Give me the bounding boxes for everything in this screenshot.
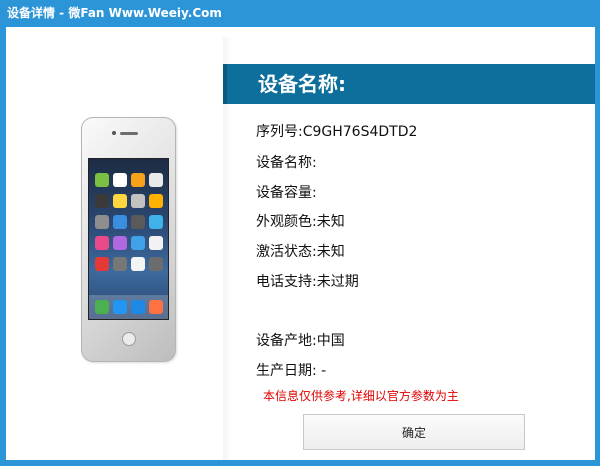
app-icon xyxy=(149,257,163,271)
phone-screen xyxy=(88,158,169,320)
app-icon xyxy=(149,215,163,229)
device-name-title: 设备名称: xyxy=(258,72,346,96)
disclaimer-notice: 本信息仅供参考,详细以官方参数为主 xyxy=(263,389,459,403)
phone-app-icon xyxy=(95,300,109,314)
app-icon xyxy=(149,194,163,208)
window-title: 设备详情 - 微Fan Www.Weeiy.Com xyxy=(0,0,600,27)
app-icon xyxy=(131,257,145,271)
safari-app-icon xyxy=(131,300,145,314)
iphone-icon xyxy=(81,117,176,362)
dock-app-icons xyxy=(95,300,163,314)
app-icon xyxy=(95,215,109,229)
app-icon xyxy=(149,236,163,250)
app-icon xyxy=(131,236,145,250)
device-image-panel xyxy=(6,27,223,460)
app-icon xyxy=(113,257,127,271)
device-name-field: 设备名称: xyxy=(256,155,317,171)
exterior-color: 外观颜色:未知 xyxy=(256,214,345,230)
app-icon-grid xyxy=(95,173,165,271)
app-icon xyxy=(131,194,145,208)
device-capacity: 设备容量: xyxy=(256,185,317,201)
manufacture-date: 生产日期: - xyxy=(256,363,327,379)
device-info-panel: 设备名称: 序列号:C9GH76S4DTD2 设备名称: 设备容量: 外观颜色:… xyxy=(223,27,595,460)
app-icon xyxy=(95,236,109,250)
activation-status: 激活状态:未知 xyxy=(256,244,345,260)
app-icon xyxy=(113,236,127,250)
app-icon xyxy=(95,194,109,208)
phone-support: 电话支持:未过期 xyxy=(256,274,359,290)
app-icon xyxy=(113,215,127,229)
phone-dock xyxy=(89,295,168,319)
device-origin: 设备产地:中国 xyxy=(256,333,345,349)
app-icon xyxy=(95,173,109,187)
home-button-icon xyxy=(122,332,136,346)
ok-button[interactable]: 确定 xyxy=(303,414,525,450)
app-icon xyxy=(131,173,145,187)
app-icon xyxy=(113,194,127,208)
app-icon xyxy=(131,215,145,229)
serial-number: 序列号:C9GH76S4DTD2 xyxy=(256,124,418,140)
device-name-header: 设备名称: xyxy=(223,64,595,104)
mail-app-icon xyxy=(113,300,127,314)
window-client: 设备名称: 序列号:C9GH76S4DTD2 设备名称: 设备容量: 外观颜色:… xyxy=(6,27,595,460)
app-icon xyxy=(113,173,127,187)
window-bottom-border xyxy=(0,460,600,466)
phone-camera-icon xyxy=(112,131,116,135)
app-icon xyxy=(95,257,109,271)
phone-speaker-icon xyxy=(120,132,138,135)
app-icon xyxy=(149,173,163,187)
music-app-icon xyxy=(149,300,163,314)
